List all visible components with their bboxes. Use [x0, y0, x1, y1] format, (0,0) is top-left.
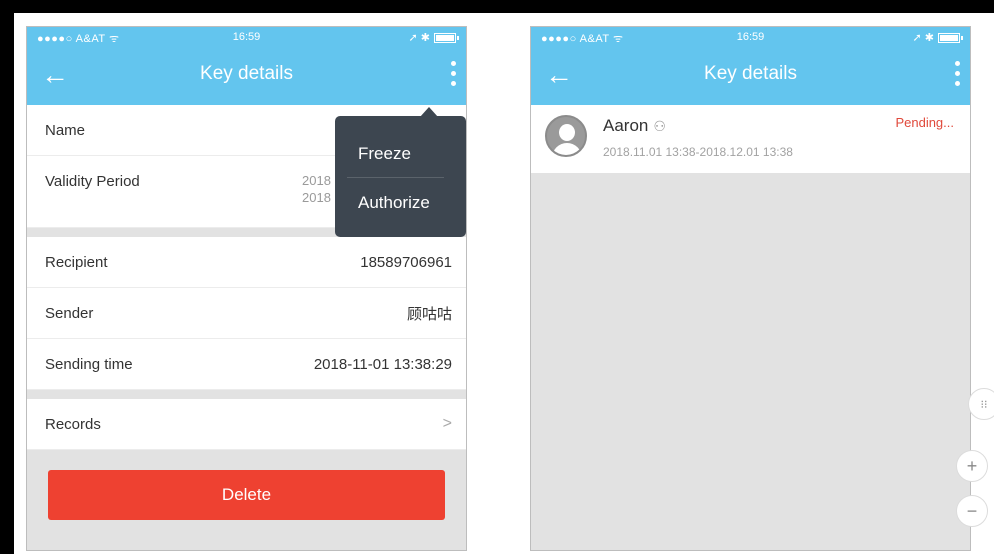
records-label: Records	[45, 415, 101, 433]
battery-icon	[434, 32, 459, 43]
page-title: Key details	[200, 63, 293, 84]
user-icon: ⚇	[653, 117, 666, 134]
sending-time-label: Sending time	[45, 355, 133, 373]
menu-item-authorize[interactable]: Authorize	[358, 193, 430, 213]
status-bar: ●●●●○ A&AT ᯤ 16:59 ➚ ✱	[27, 27, 466, 47]
row-sender: Sender 顾咕咕	[27, 288, 466, 339]
recipient-value: 18589706961	[360, 253, 452, 271]
menu-item-freeze[interactable]: Freeze	[358, 144, 411, 164]
more-vertical-icon[interactable]	[954, 61, 960, 91]
section-gap	[27, 390, 466, 399]
validity-value: 2018 2018	[302, 173, 331, 205]
delete-button[interactable]: Delete	[48, 470, 445, 520]
overflow-menu: Freeze Authorize	[335, 107, 466, 237]
phone-screen-right: ●●●●○ A&AT ᯤ 16:59 ➚ ✱ ← Key details Aar…	[530, 26, 971, 551]
recipient-label: Recipient	[45, 253, 108, 271]
sender-value: 顾咕咕	[406, 305, 452, 323]
status-icons: ➚ ✱	[912, 32, 935, 44]
records-row[interactable]: Records >	[27, 399, 466, 450]
sender-label: Sender	[45, 304, 94, 322]
avatar-icon	[545, 115, 587, 157]
status-bar: ●●●●○ A&AT ᯤ 16:59 ➚ ✱	[531, 27, 970, 47]
menu-divider	[347, 177, 444, 178]
nav-bar: ← Key details	[531, 47, 970, 105]
compress-icon[interactable]: ⁝⁝	[968, 388, 994, 420]
clock: 16:59	[232, 31, 261, 43]
page-title: Key details	[704, 63, 797, 84]
chevron-right-icon: >	[442, 415, 452, 432]
key-period: 2018.11.01 13:38-2018.12.01 13:38	[603, 145, 793, 159]
window-frame-left	[0, 0, 14, 554]
clock: 16:59	[736, 31, 765, 43]
sending-time-value: 2018-11-01 13:38:29	[313, 355, 452, 373]
phone-screen-left: ●●●●○ A&AT ᯤ 16:59 ➚ ✱ ← Key details Nam…	[26, 26, 467, 551]
more-vertical-icon[interactable]	[450, 61, 456, 91]
zoom-out-icon[interactable]: −	[956, 495, 988, 527]
key-name: Aaron	[603, 116, 649, 135]
carrier-label: ●●●●○ A&AT ᯤ	[37, 33, 120, 45]
status-icons: ➚ ✱	[408, 32, 431, 44]
battery-icon	[938, 32, 963, 43]
window-frame-top	[0, 0, 994, 13]
zoom-in-icon[interactable]: +	[956, 450, 988, 482]
row-recipient: Recipient 18589706961	[27, 237, 466, 288]
carrier-label: ●●●●○ A&AT ᯤ	[541, 33, 624, 45]
status-badge: Pending...	[895, 115, 954, 130]
nav-bar: ← Key details	[27, 47, 466, 105]
row-sending-time: Sending time 2018-11-01 13:38:29	[27, 339, 466, 390]
list-item[interactable]: Aaron ⚇ 2018.11.01 13:38-2018.12.01 13:3…	[531, 105, 970, 173]
